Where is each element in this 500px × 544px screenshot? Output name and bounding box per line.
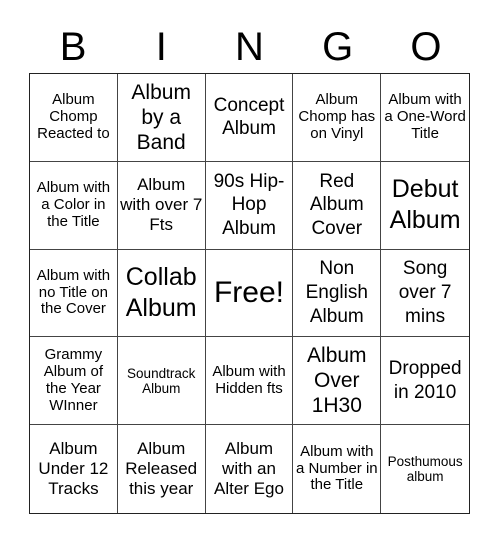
header-letter-o: O [410, 25, 442, 69]
bingo-cell[interactable]: Song over 7 mins [381, 250, 469, 338]
bingo-cell[interactable]: Album by a Band [117, 74, 206, 162]
bingo-cell[interactable]: Debut Album [381, 162, 469, 250]
bingo-cell[interactable]: Non English Album [293, 249, 382, 338]
bingo-cell[interactable]: Album Over 1H30 [293, 337, 382, 426]
bingo-cell[interactable]: Album Chomp Reacted to [30, 74, 118, 162]
header-letter-g: G [322, 25, 354, 69]
bingo-cell[interactable]: Album with no Title on the Cover [30, 249, 118, 338]
bingo-cell[interactable]: Red Album Cover [293, 161, 382, 250]
bingo-card: Album Chomp Reacted to Album by a Band C… [29, 73, 470, 514]
bingo-cell[interactable]: Album with over 7 Fts [117, 161, 206, 250]
bingo-cell[interactable]: Album Chomp has on Vinyl [293, 74, 382, 162]
header-letter-i: I [155, 25, 167, 69]
bingo-header: B I N G O [29, 22, 470, 72]
bingo-cell[interactable]: Album Released this year [118, 425, 206, 513]
header-letter-n: N [235, 25, 264, 69]
bingo-cell[interactable]: Collab Album [117, 249, 206, 338]
bingo-cell[interactable]: Album Under 12 Tracks [30, 425, 118, 513]
bingo-cell[interactable]: Album with a One-Word Title [381, 74, 469, 162]
bingo-cell[interactable]: Grammy Album of the Year WInner [30, 337, 118, 426]
bingo-cell[interactable]: Dropped in 2010 [381, 337, 469, 426]
free-space[interactable]: Free! [205, 249, 294, 338]
bingo-cell[interactable]: Album with a Number in the Title [293, 425, 382, 513]
bingo-cell[interactable]: Posthumous album [381, 425, 469, 513]
bingo-cell[interactable]: Album with a Color in the Title [30, 161, 118, 250]
bingo-cell[interactable]: Concept Album [205, 74, 294, 162]
bingo-cell[interactable]: Album with Hidden fts [205, 337, 294, 426]
bingo-cell[interactable]: Soundtrack Album [117, 337, 206, 426]
bingo-cell[interactable]: Album with an Alter Ego [206, 425, 294, 513]
header-letter-b: B [59, 25, 87, 69]
bingo-cell[interactable]: 90s Hip-Hop Album [205, 161, 294, 250]
